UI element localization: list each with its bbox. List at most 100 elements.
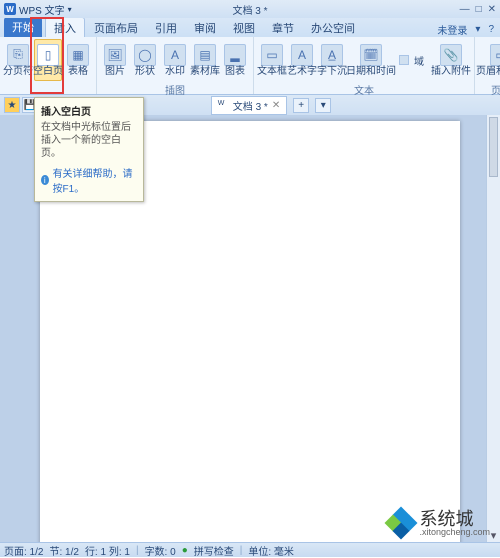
scroll-thumb[interactable] — [489, 117, 498, 177]
field-button[interactable]: 域 — [396, 51, 430, 70]
app-brand: W WPS 文字 ▾ — [4, 2, 72, 17]
blank-page-icon: ▯ — [37, 44, 59, 66]
gallery-label: 素材库 — [190, 67, 220, 77]
status-unit[interactable]: 单位: 毫米 — [248, 543, 294, 558]
field-label: 域 — [411, 52, 427, 69]
document-tab[interactable]: W 文档 3 * ✕ — [211, 96, 287, 115]
tooltip-body: 在文档中光标位置后插入一个新的空白页。 — [41, 121, 137, 160]
tab-section[interactable]: 章节 — [264, 18, 302, 37]
wordart-label: 艺术字 — [287, 67, 317, 77]
status-chars[interactable]: 字数: 0 — [145, 543, 176, 558]
wordart-button[interactable]: A艺术字 — [288, 39, 316, 81]
picture-label: 图片 — [105, 67, 125, 77]
watermark-label: 水印 — [165, 67, 185, 77]
login-status[interactable]: 未登录 — [437, 22, 467, 37]
doc-tab-icon: W — [218, 100, 229, 111]
ribbon-tabs: 开始 插入 页面布局 引用 审阅 视图 章节 办公空间 未登录 ▾ ? — [0, 18, 500, 37]
doc-tab-add-button[interactable]: + — [293, 98, 309, 113]
tooltip-title: 插入空白页 — [41, 103, 137, 118]
minimize-button[interactable]: — — [460, 4, 470, 15]
page-break-label: 分页符 — [3, 67, 33, 77]
maximize-button[interactable]: □ — [476, 4, 482, 15]
watermark-icon: A — [164, 44, 186, 66]
headerfooter-icon: ▭ — [490, 44, 500, 66]
doctab-home-button[interactable]: ★ — [4, 97, 20, 113]
table-label: 表格 — [68, 67, 88, 77]
group-headerfooter-label: 页眉和页脚 — [479, 81, 500, 97]
tab-insert[interactable]: 插入 — [45, 17, 85, 37]
styles-drop-icon[interactable]: ▾ — [475, 24, 480, 35]
status-spell-icon[interactable]: ● — [182, 545, 188, 556]
group-text-label: 文本 — [258, 81, 470, 97]
watermark-logo-icon — [387, 509, 415, 537]
site-watermark: 系统城 .xitongcheng.com — [387, 509, 490, 537]
chart-button[interactable]: ▂图表 — [221, 39, 249, 81]
watermark-button[interactable]: A水印 — [161, 39, 189, 81]
table-button[interactable]: ▦ 表格 — [64, 39, 92, 81]
app-icon: W — [4, 3, 16, 15]
dropcap-icon: A̲ — [321, 44, 343, 66]
textbox-icon: ▭ — [261, 44, 283, 66]
blank-page-label: 空白页 — [33, 67, 63, 77]
gallery-button[interactable]: ▤素材库 — [191, 39, 219, 81]
app-name: WPS 文字 — [19, 2, 65, 17]
status-page[interactable]: 页面: 1/2 — [4, 543, 43, 558]
ribbon: ⎘ 分页符 ▯ 空白页 ▦ 表格 🖼图片 ◯形状 A水印 ▤素材库 ▂图表 插图 — [0, 37, 500, 95]
textbox-label: 文本框 — [257, 67, 287, 77]
datetime-label: 日期和时间 — [346, 67, 396, 77]
ribbon-group-headerfooter: ▭页眉和页脚 #页码 页眉和页脚 — [475, 37, 500, 94]
table-icon: ▦ — [67, 44, 89, 66]
field-icon — [399, 55, 409, 65]
shape-button[interactable]: ◯形状 — [131, 39, 159, 81]
watermark-sub: .xitongcheng.com — [419, 528, 490, 537]
info-icon: i — [41, 175, 49, 185]
field-col: 域 — [396, 51, 430, 70]
gallery-icon: ▤ — [194, 44, 216, 66]
shape-icon: ◯ — [134, 44, 156, 66]
titlebar: W WPS 文字 ▾ 文档 3 * — □ ✕ — [0, 0, 500, 18]
status-spell[interactable]: 拼写检查 — [194, 543, 234, 558]
dropcap-button[interactable]: A̲字下沉 — [318, 39, 346, 81]
textbox-button[interactable]: ▭文本框 — [258, 39, 286, 81]
status-bar: 页面: 1/2 节: 1/2 行: 1 列: 1 | 字数: 0 ● 拼写检查 … — [0, 542, 500, 557]
title-doc-name: 文档 3 * — [232, 2, 267, 17]
status-section[interactable]: 节: 1/2 — [49, 543, 78, 558]
app-menu-drop-icon[interactable]: ▾ — [68, 5, 72, 14]
vertical-scrollbar[interactable]: ▾ — [486, 115, 500, 542]
blank-page-tooltip: 插入空白页 在文档中光标位置后插入一个新的空白页。 i 有关详细帮助，请按F1。 — [34, 97, 144, 202]
datetime-button[interactable]: 🗓日期和时间 — [348, 39, 394, 81]
page-break-button[interactable]: ⎘ 分页符 — [4, 39, 32, 81]
close-button[interactable]: ✕ — [488, 4, 496, 15]
tab-review[interactable]: 审阅 — [186, 18, 224, 37]
status-position[interactable]: 行: 1 列: 1 — [85, 543, 130, 558]
doc-tab-label: 文档 3 * — [233, 98, 268, 113]
attachment-button[interactable]: 📎插入附件 — [432, 39, 470, 81]
tab-references[interactable]: 引用 — [147, 18, 185, 37]
headerfooter-label: 页眉和页脚 — [476, 67, 500, 77]
tab-officespace[interactable]: 办公空间 — [303, 18, 363, 37]
picture-button[interactable]: 🖼图片 — [101, 39, 129, 81]
page-break-icon: ⎘ — [7, 44, 29, 66]
ribbon-group-pages: ⎘ 分页符 ▯ 空白页 ▦ 表格 — [0, 37, 97, 94]
group-pages-label — [4, 92, 92, 93]
headerfooter-button[interactable]: ▭页眉和页脚 — [479, 39, 500, 81]
chart-icon: ▂ — [224, 44, 246, 66]
wordart-icon: A — [291, 44, 313, 66]
picture-icon: 🖼 — [104, 44, 126, 66]
window-buttons: — □ ✕ — [460, 4, 496, 15]
datetime-icon: 🗓 — [360, 44, 382, 66]
watermark-text: 系统城 — [419, 510, 490, 528]
chart-label: 图表 — [225, 67, 245, 77]
tab-pagelayout[interactable]: 页面布局 — [86, 18, 146, 37]
tab-start[interactable]: 开始 — [4, 17, 42, 37]
blank-page-button[interactable]: ▯ 空白页 — [34, 39, 62, 81]
ribbon-group-illustrations: 🖼图片 ◯形状 A水印 ▤素材库 ▂图表 插图 — [97, 37, 254, 94]
tab-view[interactable]: 视图 — [225, 18, 263, 37]
ribbon-group-text: ▭文本框 A艺术字 A̲字下沉 🗓日期和时间 域 📎插入附件 文本 — [254, 37, 475, 94]
help-icon[interactable]: ? — [488, 24, 494, 35]
tooltip-help-text: 有关详细帮助，请按F1。 — [53, 165, 137, 195]
doc-tab-close-icon[interactable]: ✕ — [272, 100, 280, 111]
doc-tab-list-button[interactable]: ▾ — [315, 98, 331, 113]
shape-label: 形状 — [135, 67, 155, 77]
attachment-label: 插入附件 — [431, 67, 471, 77]
